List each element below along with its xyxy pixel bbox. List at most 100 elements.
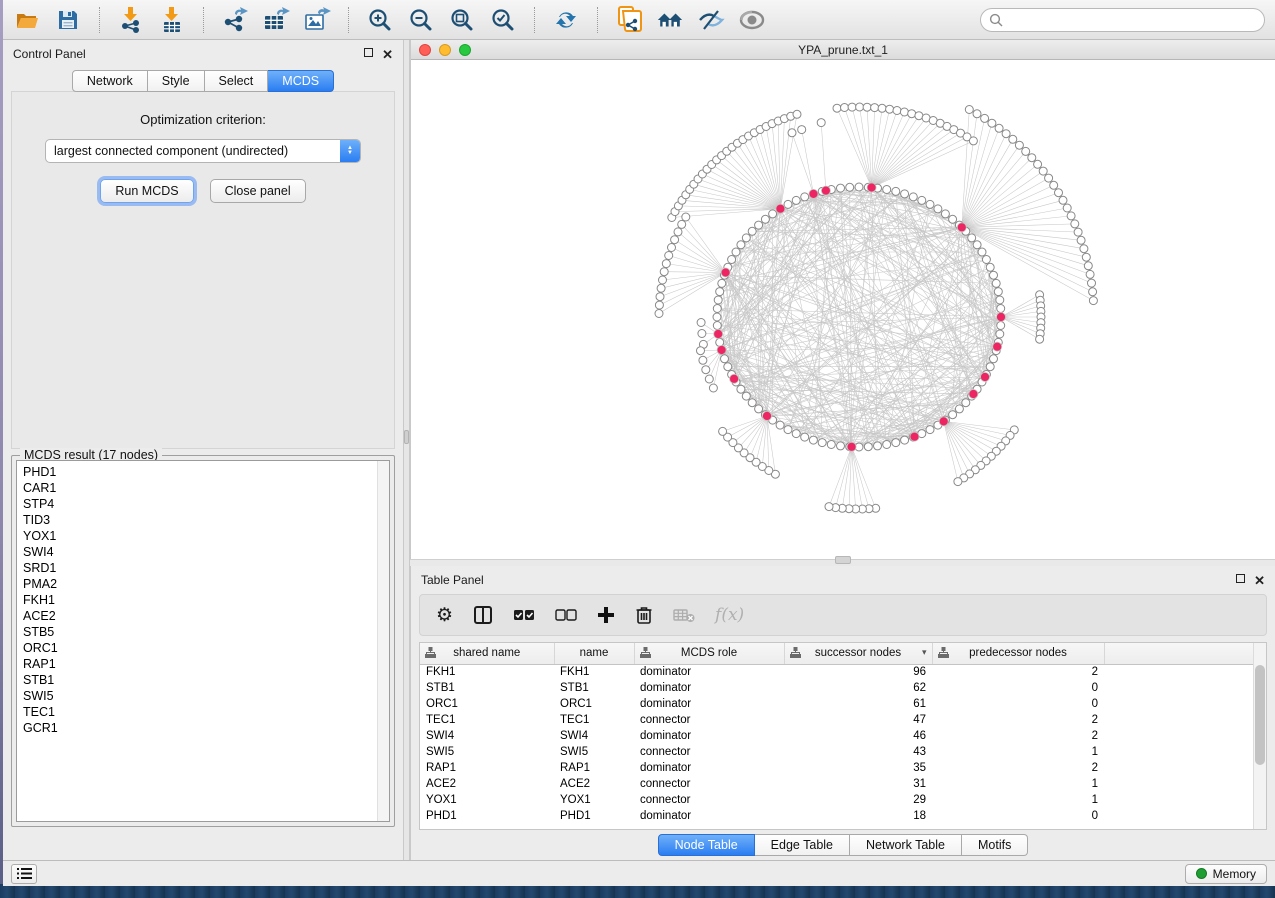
table-row[interactable]: STB1STB1dominator620	[420, 680, 1266, 696]
mcds-result-item[interactable]: STB1	[23, 672, 389, 688]
run-mcds-button[interactable]: Run MCDS	[100, 179, 193, 203]
horizontal-splitter-grip[interactable]	[835, 556, 851, 564]
network-view-window: YPA_prune.txt_1	[410, 40, 1275, 559]
mcds-result-item[interactable]: ACE2	[23, 608, 389, 624]
window-close-icon[interactable]	[419, 44, 431, 56]
memory-status-icon	[1196, 868, 1207, 879]
mcds-result-item[interactable]: FKH1	[23, 592, 389, 608]
table-panel-close-icon[interactable]: ✕	[1254, 574, 1265, 587]
zoom-in-icon[interactable]	[366, 6, 394, 34]
table-row[interactable]: RAP1RAP1dominator352	[420, 760, 1266, 776]
column-header-MCDS-role[interactable]: MCDS role	[634, 643, 784, 664]
tab-select[interactable]: Select	[205, 70, 269, 92]
tab-network[interactable]: Network	[72, 70, 148, 92]
network-search-box[interactable]	[980, 8, 1265, 32]
memory-button[interactable]: Memory	[1185, 864, 1267, 884]
mcds-result-item[interactable]: TEC1	[23, 704, 389, 720]
toolbar-separator	[99, 7, 100, 33]
tab-motifs[interactable]: Motifs	[962, 834, 1028, 856]
table-row[interactable]: PHD1PHD1dominator180	[420, 808, 1266, 824]
vertical-splitter-grip[interactable]	[404, 430, 409, 444]
horizontal-splitter[interactable]	[410, 559, 1275, 566]
select-all-rows-icon[interactable]	[513, 608, 535, 622]
add-column-icon[interactable]	[597, 606, 615, 624]
hide-selected-icon[interactable]	[697, 6, 725, 34]
mcds-result-group: MCDS result (17 nodes) PHD1CAR1STP4TID3Y…	[11, 455, 395, 827]
column-header-predecessor-nodes[interactable]: predecessor nodes	[932, 643, 1104, 664]
table-row[interactable]: TEC1TEC1connector472	[420, 712, 1266, 728]
select-stepper-icon: ▲▼	[340, 140, 360, 162]
tab-node-table[interactable]: Node Table	[658, 834, 755, 856]
mcds-result-item[interactable]: CAR1	[23, 480, 389, 496]
control-panel-close-icon[interactable]: ✕	[382, 48, 393, 61]
import-table-icon[interactable]	[158, 6, 186, 34]
save-session-icon[interactable]	[54, 6, 82, 34]
mcds-result-item[interactable]: SRD1	[23, 560, 389, 576]
import-network-icon[interactable]	[117, 6, 145, 34]
open-file-icon[interactable]	[13, 6, 41, 34]
table-row[interactable]: ORC1ORC1dominator610	[420, 696, 1266, 712]
mcds-result-item[interactable]: TID3	[23, 512, 389, 528]
control-panel-float-icon[interactable]	[364, 48, 373, 60]
cytoscape-window: Control Panel ✕ NetworkStyleSelectMCDS O…	[3, 0, 1275, 886]
tab-style[interactable]: Style	[148, 70, 205, 92]
column-header-successor-nodes[interactable]: successor nodes▾	[784, 643, 932, 664]
table-panel: Table Panel ✕ ⚙	[410, 566, 1275, 860]
network-graph[interactable]	[411, 60, 1275, 557]
control-panel: Control Panel ✕ NetworkStyleSelectMCDS O…	[3, 40, 403, 860]
node-table-body: FKH1FKH1dominator962STB1STB1dominator620…	[420, 664, 1266, 824]
close-panel-button[interactable]: Close panel	[210, 179, 306, 203]
tab-mcds[interactable]: MCDS	[268, 70, 334, 92]
mcds-result-item[interactable]: SWI4	[23, 544, 389, 560]
status-bar: Memory	[3, 860, 1275, 886]
table-scrollbar-thumb[interactable]	[1255, 665, 1265, 765]
search-input[interactable]	[1008, 13, 1256, 27]
window-maximize-icon[interactable]	[459, 44, 471, 56]
column-header-name[interactable]: name	[554, 643, 634, 664]
table-toolbar: ⚙	[419, 594, 1267, 636]
mcds-result-item[interactable]: SWI5	[23, 688, 389, 704]
toolbar-separator	[597, 7, 598, 33]
first-neighbors-icon[interactable]	[656, 6, 684, 34]
mcds-result-item[interactable]: GCR1	[23, 720, 389, 736]
export-table-icon[interactable]	[262, 6, 290, 34]
tab-network-table[interactable]: Network Table	[850, 834, 962, 856]
optimization-criterion-select[interactable]: largest connected component (undirected)…	[45, 139, 361, 163]
mcds-list-scrollbar[interactable]	[377, 461, 389, 821]
deselect-all-rows-icon[interactable]	[555, 608, 577, 622]
mcds-result-item[interactable]: RAP1	[23, 656, 389, 672]
table-scrollbar[interactable]	[1253, 643, 1266, 829]
table-row[interactable]: SWI4SWI4dominator462	[420, 728, 1266, 744]
network-canvas[interactable]	[411, 60, 1275, 559]
optimization-criterion-label: Optimization criterion:	[12, 112, 394, 127]
mcds-result-item[interactable]: YOX1	[23, 528, 389, 544]
export-network-icon[interactable]	[221, 6, 249, 34]
mcds-result-item[interactable]: STP4	[23, 496, 389, 512]
mcds-result-item[interactable]: PHD1	[23, 464, 389, 480]
table-row[interactable]: YOX1YOX1connector291	[420, 792, 1266, 808]
toolbar-separator	[534, 7, 535, 33]
clone-network-icon[interactable]	[615, 6, 643, 34]
vertical-splitter[interactable]	[403, 40, 410, 860]
delete-columns-icon[interactable]	[635, 605, 653, 625]
table-panel-float-icon[interactable]	[1236, 574, 1245, 586]
mcds-result-item[interactable]: PMA2	[23, 576, 389, 592]
column-header-shared-name[interactable]: shared name	[420, 643, 554, 664]
table-row[interactable]: ACE2ACE2connector311	[420, 776, 1266, 792]
mcds-result-item[interactable]: STB5	[23, 624, 389, 640]
show-graphics-details-icon[interactable]	[738, 6, 766, 34]
table-row[interactable]: FKH1FKH1dominator962	[420, 664, 1266, 680]
mcds-result-item[interactable]: ORC1	[23, 640, 389, 656]
window-minimize-icon[interactable]	[439, 44, 451, 56]
refresh-view-icon[interactable]	[552, 6, 580, 34]
table-settings-icon[interactable]: ⚙	[436, 604, 453, 627]
zoom-fit-icon[interactable]	[448, 6, 476, 34]
zoom-selected-icon[interactable]	[489, 6, 517, 34]
zoom-out-icon[interactable]	[407, 6, 435, 34]
show-log-console-button[interactable]	[11, 864, 37, 884]
table-row[interactable]: SWI5SWI5connector431	[420, 744, 1266, 760]
tab-edge-table[interactable]: Edge Table	[755, 834, 850, 856]
mcds-result-list[interactable]: PHD1CAR1STP4TID3YOX1SWI4SRD1PMA2FKH1ACE2…	[16, 460, 390, 822]
export-image-icon[interactable]	[303, 6, 331, 34]
show-columns-icon[interactable]	[473, 605, 493, 625]
